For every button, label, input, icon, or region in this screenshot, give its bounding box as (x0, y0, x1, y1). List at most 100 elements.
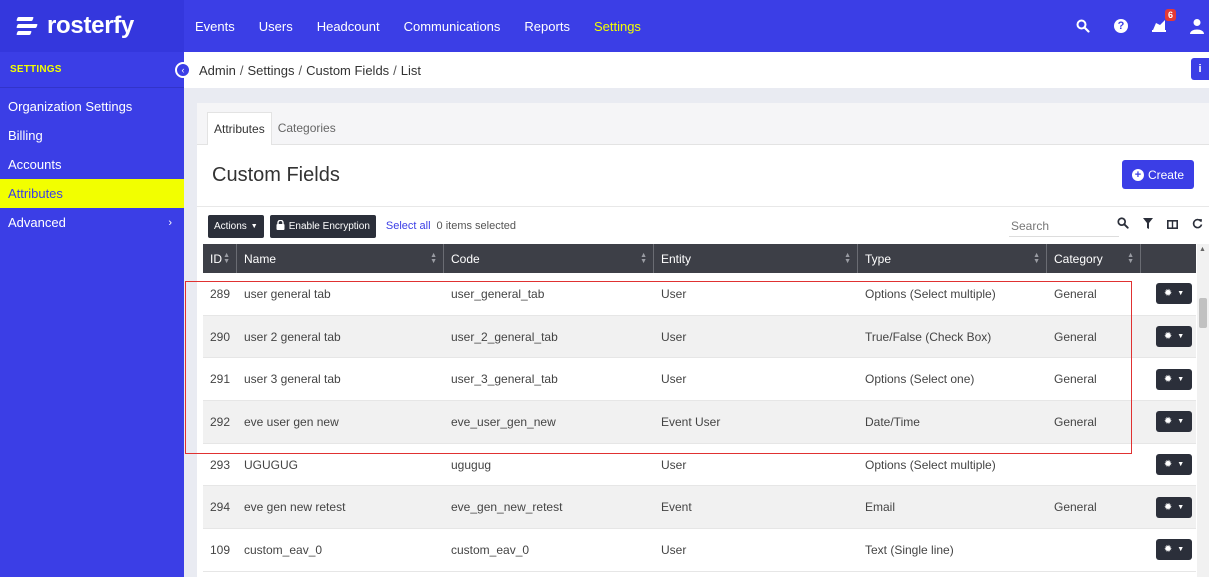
search-icon[interactable] (1117, 217, 1129, 232)
cell-category: General (1054, 329, 1097, 344)
sort-icon: ▲ ▼ (640, 252, 647, 265)
nav-events[interactable]: Events (195, 19, 235, 34)
sidebar-item-label: Organization Settings (8, 99, 133, 114)
column-header-type[interactable]: Type ▲ ▼ (858, 244, 1047, 273)
sort-icon: ▲ ▼ (1033, 252, 1040, 265)
sidebar-item-label: Advanced (8, 215, 66, 230)
help-icon[interactable]: ? (1113, 18, 1129, 34)
tab-categories[interactable]: Categories (272, 112, 342, 144)
cell-code: eve_user_gen_new (451, 414, 556, 429)
cell-name: eve user gen new (244, 414, 339, 429)
sidebar-item-label: Billing (8, 128, 43, 143)
sort-icon: ▲ ▼ (1127, 252, 1134, 265)
cell-entity: User (661, 329, 687, 344)
tab-attributes[interactable]: Attributes (207, 112, 272, 145)
table-row[interactable]: 293 UGUGUG ugugug User Options (Select m… (203, 443, 1196, 487)
enable-encryption-button[interactable]: Enable Encryption (269, 214, 376, 238)
create-label: Create (1147, 167, 1184, 182)
breadcrumb-separator: / (393, 62, 397, 78)
caret-down-icon: ▼ (1177, 418, 1185, 426)
column-header-code[interactable]: Code ▲ ▼ (444, 244, 654, 273)
table-scrollbar[interactable]: ▲ (1197, 244, 1209, 577)
search-placeholder: Search (1011, 218, 1050, 233)
brand-logo[interactable]: rosterfy (0, 0, 184, 52)
row-actions-button[interactable]: ✹ ▼ (1156, 454, 1192, 476)
custom-fields-table: ID ▲ ▼ Name ▲ ▼ Code ▲ ▼ Entity ▲ ▼ Type ▲ ▼ Categ… (203, 244, 1196, 572)
info-button[interactable]: i (1191, 58, 1209, 80)
top-navbar: rosterfy Events Users Headcount Communic… (0, 0, 1209, 52)
row-actions-button[interactable]: ✹ ▼ (1156, 326, 1192, 348)
table-row[interactable]: 292 eve user gen new eve_user_gen_new Ev… (203, 401, 1196, 444)
sidebar-item-attributes[interactable]: Attributes (0, 179, 184, 208)
cell-name: eve gen new retest (244, 500, 346, 515)
nav-communications[interactable]: Communications (404, 19, 501, 34)
caret-down-icon: ▼ (1177, 375, 1185, 383)
table-row[interactable]: 294 eve gen new retest eve_gen_new_retes… (203, 486, 1196, 530)
search-icon[interactable] (1075, 18, 1091, 34)
gear-icon: ✹ (1163, 544, 1173, 556)
lock-icon (276, 219, 285, 233)
encryption-label: Enable Encryption (288, 220, 370, 232)
columns-icon[interactable] (1167, 217, 1178, 232)
table-row[interactable]: 290 user 2 general tab user_2_general_ta… (203, 315, 1196, 359)
sidebar-item-label: Accounts (8, 157, 62, 172)
select-all-link[interactable]: Select all (386, 220, 431, 232)
column-header-category[interactable]: Category ▲ ▼ (1047, 244, 1141, 273)
scroll-up-arrow-icon[interactable]: ▲ (1199, 246, 1206, 253)
column-header-name[interactable]: Name ▲ ▼ (237, 244, 444, 273)
breadcrumb-custom-fields[interactable]: Custom Fields (306, 63, 389, 78)
gear-icon: ✹ (1163, 416, 1173, 428)
sidebar-item-advanced[interactable]: Advanced › (0, 208, 184, 237)
cell-type: True/False (Check Box) (865, 329, 992, 344)
table-row[interactable]: 289 user general tab user_general_tab Us… (203, 273, 1196, 316)
cell-actions: ✹ ▼ (1141, 358, 1196, 400)
cell-id: 293 (210, 457, 231, 472)
row-actions-button[interactable]: ✹ ▼ (1156, 411, 1192, 433)
row-actions-button[interactable]: ✹ ▼ (1156, 368, 1192, 390)
sidebar-item-accounts[interactable]: Accounts (0, 150, 184, 179)
sort-icon: ▲ ▼ (223, 252, 230, 265)
caret-down-icon: ▼ (250, 222, 258, 230)
actions-dropdown[interactable]: Actions ▼ (208, 214, 264, 238)
nav-headcount[interactable]: Headcount (317, 19, 380, 34)
nav-settings[interactable]: Settings (594, 19, 641, 34)
cell-actions: ✹ ▼ (1141, 401, 1196, 443)
column-header-label: Type (865, 251, 892, 266)
breadcrumb: Admin / Settings / Custom Fields / List … (184, 52, 1209, 88)
breadcrumb-settings[interactable]: Settings (247, 63, 294, 78)
cell-category: General (1054, 286, 1097, 301)
sort-icon: ▲ ▼ (430, 252, 437, 265)
nav-users[interactable]: Users (259, 19, 293, 34)
column-header-label: Code (451, 251, 480, 266)
chevron-left-icon: ‹ (181, 65, 185, 75)
sidebar-item-billing[interactable]: Billing (0, 121, 184, 150)
rosterfy-logo-icon (16, 15, 39, 37)
sidebar-item-organization-settings[interactable]: Organization Settings (0, 92, 184, 121)
user-profile-icon[interactable] (1189, 18, 1205, 34)
cell-entity: User (661, 372, 687, 387)
notifications-icon[interactable]: 6 (1151, 9, 1176, 34)
breadcrumb-list: List (400, 62, 422, 78)
filter-icon[interactable] (1143, 217, 1153, 232)
collapse-sidebar-button[interactable]: ‹ (175, 62, 191, 78)
scrollbar-thumb[interactable] (1199, 298, 1207, 328)
row-actions-button[interactable]: ✹ ▼ (1156, 283, 1192, 305)
cell-category: General (1054, 414, 1097, 429)
settings-sidebar: SETTINGS Organization Settings Billing A… (0, 52, 184, 577)
cell-id: 294 (210, 500, 231, 515)
row-actions-button[interactable]: ✹ ▼ (1156, 496, 1192, 518)
column-header-entity[interactable]: Entity ▲ ▼ (654, 244, 858, 273)
tab-bar: Attributes Categories (197, 103, 1209, 145)
cell-category (1047, 444, 1141, 486)
create-button[interactable]: + Create (1121, 160, 1194, 189)
selected-count: 0 items selected (436, 220, 517, 232)
table-row[interactable]: 291 user 3 general tab user_3_general_ta… (203, 358, 1196, 402)
refresh-icon[interactable] (1192, 217, 1203, 232)
table-row[interactable]: 109 custom_eav_0 custom_eav_0 User Text … (203, 529, 1196, 572)
chevron-right-icon: › (168, 216, 172, 229)
nav-reports[interactable]: Reports (524, 19, 570, 34)
column-header-id[interactable]: ID ▲ ▼ (203, 244, 237, 273)
breadcrumb-admin[interactable]: Admin (199, 63, 236, 78)
row-actions-button[interactable]: ✹ ▼ (1156, 539, 1192, 561)
search-input[interactable]: Search (1009, 215, 1119, 237)
